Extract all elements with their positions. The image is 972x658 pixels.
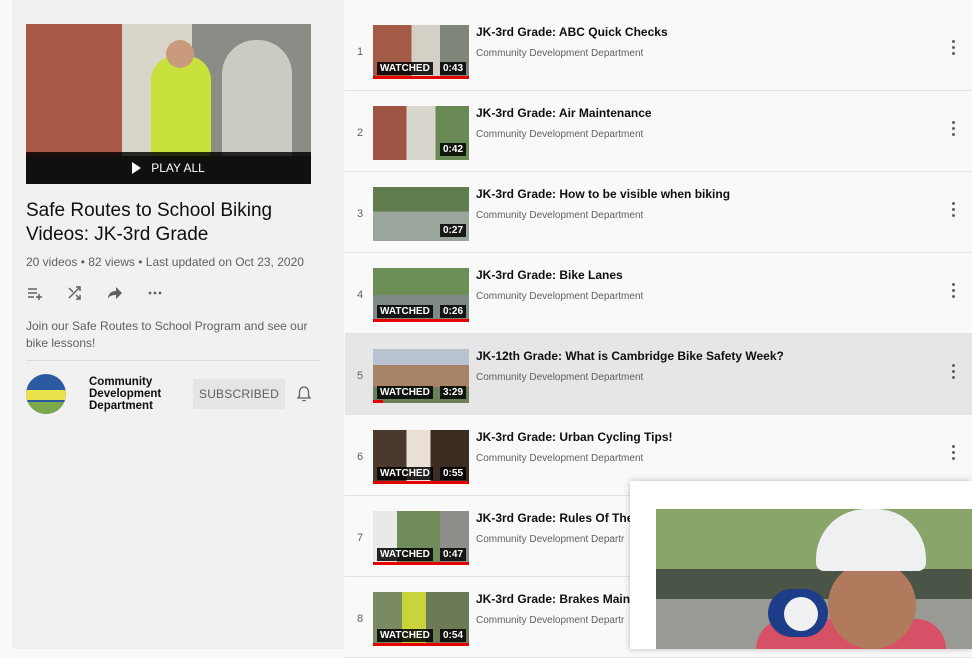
- video-title[interactable]: JK-3rd Grade: Brakes Maint: [476, 592, 634, 606]
- watched-badge: WATCHED: [377, 548, 433, 561]
- avatar-bottom: [26, 402, 66, 414]
- play-all-button[interactable]: PLAY ALL: [26, 152, 311, 184]
- watched-badge: WATCHED: [377, 305, 433, 318]
- video-index: 4: [356, 289, 364, 301]
- video-channel[interactable]: Community Development Departr: [476, 615, 624, 626]
- video-thumbnail[interactable]: WATCHED 3:29: [373, 349, 469, 403]
- video-thumbnail[interactable]: WATCHED 0:55: [373, 430, 469, 484]
- playlist-actions: [26, 284, 164, 302]
- miniplayer[interactable]: [630, 481, 972, 649]
- duration-badge: 0:26: [439, 305, 466, 318]
- duration-badge: 0:27: [439, 224, 466, 237]
- video-thumbnail[interactable]: 0:42: [373, 106, 469, 160]
- video-thumbnail[interactable]: WATCHED 0:43: [373, 25, 469, 79]
- watch-progress-bar: [373, 562, 469, 565]
- video-index: 1: [356, 46, 364, 58]
- playlist-description: Join our Safe Routes to School Program a…: [26, 319, 308, 350]
- more-horizontal-icon[interactable]: [146, 284, 164, 302]
- shuffle-icon[interactable]: [66, 284, 84, 302]
- video-row[interactable]: 1 WATCHED 0:43 JK-3rd Grade: ABC Quick C…: [345, 10, 972, 91]
- thumbnail-person: [151, 56, 211, 156]
- video-title[interactable]: JK-3rd Grade: Bike Lanes: [476, 268, 623, 282]
- thumbnail-arch: [222, 40, 292, 156]
- video-thumbnail[interactable]: 0:27: [373, 187, 469, 241]
- more-vertical-icon[interactable]: [952, 445, 956, 461]
- play-icon: [132, 162, 142, 174]
- video-title[interactable]: JK-12th Grade: What is Cambridge Bike Sa…: [476, 349, 784, 363]
- video-thumbnail[interactable]: WATCHED 0:47: [373, 511, 469, 565]
- duration-badge: 0:42: [439, 143, 466, 156]
- video-index: 3: [356, 208, 364, 220]
- video-channel[interactable]: Community Development Department: [476, 48, 643, 59]
- video-thumbnail[interactable]: WATCHED 0:54: [373, 592, 469, 646]
- channel-avatar[interactable]: [26, 374, 66, 414]
- add-to-queue-icon[interactable]: [26, 284, 44, 302]
- watch-progress-bar: [373, 319, 469, 322]
- watch-progress-bar: [373, 400, 383, 403]
- more-vertical-icon[interactable]: [952, 121, 956, 137]
- video-channel[interactable]: Community Development Department: [476, 291, 643, 302]
- video-channel[interactable]: Community Development Department: [476, 129, 643, 140]
- watch-progress-bar: [373, 481, 469, 484]
- share-icon[interactable]: [106, 284, 124, 302]
- video-row-current[interactable]: 5 WATCHED 3:29 JK-12th Grade: What is Ca…: [345, 334, 972, 415]
- more-vertical-icon[interactable]: [952, 283, 956, 299]
- more-vertical-icon[interactable]: [952, 202, 956, 218]
- video-title[interactable]: JK-3rd Grade: Rules Of The: [476, 511, 633, 525]
- miniplayer-video[interactable]: [656, 509, 972, 649]
- watched-badge: WATCHED: [377, 629, 433, 642]
- watched-badge: WATCHED: [377, 62, 433, 75]
- video-thumbnail[interactable]: WATCHED 0:26: [373, 268, 469, 322]
- video-index: 8: [356, 613, 364, 625]
- duration-badge: 0:47: [439, 548, 466, 561]
- video-title[interactable]: JK-3rd Grade: Urban Cycling Tips!: [476, 430, 672, 444]
- thumbnail-wall: [26, 24, 122, 156]
- watched-badge: WATCHED: [377, 386, 433, 399]
- duration-badge: 3:29: [439, 386, 466, 399]
- watched-badge: WATCHED: [377, 467, 433, 480]
- video-index: 6: [356, 451, 364, 463]
- subscribed-button[interactable]: SUBSCRIBED: [193, 379, 285, 409]
- video-index: 2: [356, 127, 364, 139]
- video-channel[interactable]: Community Development Departr: [476, 534, 624, 545]
- video-channel[interactable]: Community Development Department: [476, 453, 643, 464]
- duration-badge: 0:54: [439, 629, 466, 642]
- video-index: 7: [356, 532, 364, 544]
- sidebar-divider: [26, 360, 320, 361]
- video-face: [828, 561, 916, 649]
- playlist-title: Safe Routes to School Biking Videos: JK-…: [26, 200, 273, 245]
- video-channel[interactable]: Community Development Department: [476, 210, 643, 221]
- duration-badge: 0:43: [439, 62, 466, 75]
- playlist-stats: 20 videos • 82 views • Last updated on O…: [26, 255, 304, 269]
- watch-progress-bar: [373, 643, 469, 646]
- video-row[interactable]: 3 0:27 JK-3rd Grade: How to be visible w…: [345, 172, 972, 253]
- channel-name[interactable]: Community Development Department: [89, 376, 179, 412]
- video-title[interactable]: JK-3rd Grade: How to be visible when bik…: [476, 187, 730, 201]
- video-title[interactable]: JK-3rd Grade: ABC Quick Checks: [476, 25, 668, 39]
- thumbnail-head: [166, 40, 194, 68]
- playlist-thumbnail[interactable]: PLAY ALL: [26, 24, 311, 184]
- watch-progress-bar: [373, 76, 469, 79]
- video-title[interactable]: JK-3rd Grade: Air Maintenance: [476, 106, 652, 120]
- more-vertical-icon[interactable]: [952, 40, 956, 56]
- avatar-band: [26, 390, 66, 400]
- video-row[interactable]: 2 0:42 JK-3rd Grade: Air Maintenance Com…: [345, 91, 972, 172]
- video-channel[interactable]: Community Development Department: [476, 372, 643, 383]
- more-vertical-icon[interactable]: [952, 364, 956, 380]
- video-index: 5: [356, 370, 364, 382]
- bell-icon[interactable]: [296, 385, 312, 403]
- play-all-label: PLAY ALL: [151, 161, 205, 175]
- video-row[interactable]: 4 WATCHED 0:26 JK-3rd Grade: Bike Lanes …: [345, 253, 972, 334]
- duration-badge: 0:55: [439, 467, 466, 480]
- video-flashlight-lens: [784, 597, 818, 631]
